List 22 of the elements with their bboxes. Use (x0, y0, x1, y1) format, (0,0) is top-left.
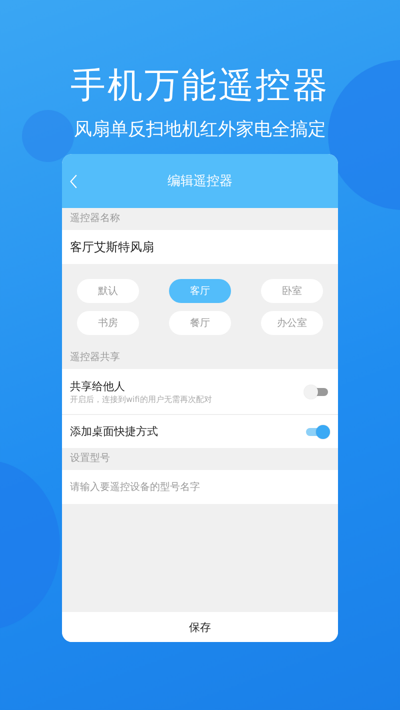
room-tag[interactable]: 餐厅 (169, 311, 231, 335)
background-circle (22, 110, 74, 162)
section-label: 设置型号 (69, 452, 111, 466)
setting-description: 开启后，连接到wifi的用户无需再次配对 (70, 394, 212, 404)
section-label: 遥控器共享 (69, 350, 121, 365)
room-tag[interactable]: 办公室 (261, 311, 323, 335)
room-tag[interactable]: 默认 (77, 279, 139, 303)
headline: 手机万能遥控器 (70, 65, 330, 108)
save-button[interactable]: 保存 (62, 612, 338, 642)
back-icon[interactable] (70, 174, 78, 188)
section-label: 遥控器名称 (69, 212, 121, 226)
tagline: 风扇单反扫地机红外家电全搞定 (74, 118, 326, 142)
toggle-switch[interactable] (306, 428, 328, 436)
name-field[interactable]: 客厅艾斯特风扇 (62, 230, 338, 264)
screen-title: 编辑遥控器 (168, 173, 232, 190)
room-tag[interactable]: 书房 (77, 311, 139, 335)
model-field[interactable]: 请输入要遥控设备的型号名字 (62, 470, 338, 504)
room-tag[interactable]: 客厅 (169, 279, 231, 303)
setting-title: 添加桌面快捷方式 (70, 424, 158, 439)
setting-title: 共享给他人 (70, 378, 126, 394)
toggle-switch[interactable] (306, 388, 328, 396)
room-tag[interactable]: 卧室 (261, 279, 323, 303)
